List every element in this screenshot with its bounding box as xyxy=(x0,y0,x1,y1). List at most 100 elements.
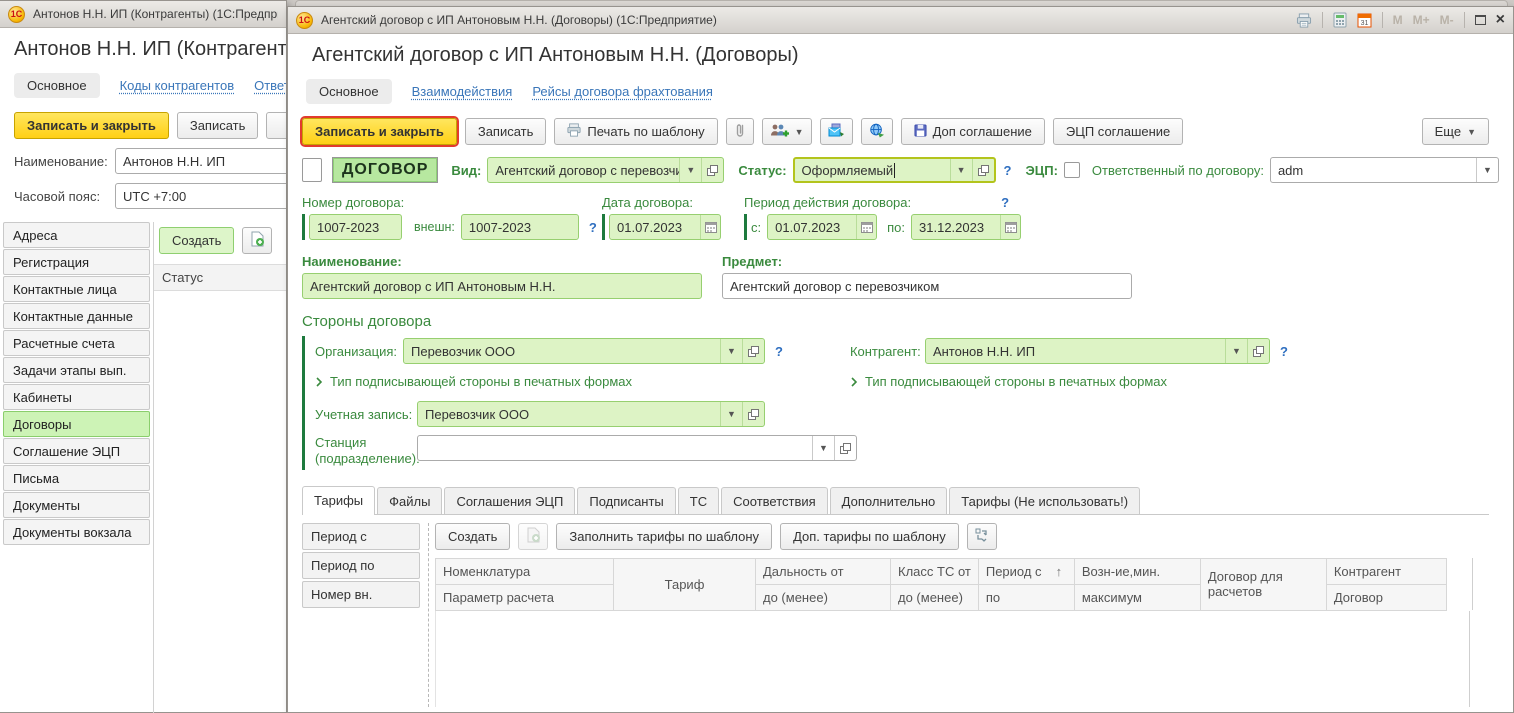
copy-tariff-button[interactable] xyxy=(518,523,548,550)
eds-checkbox[interactable] xyxy=(1064,162,1080,178)
calendar-picker-icon[interactable] xyxy=(1000,215,1020,239)
external-number-input[interactable] xyxy=(461,214,579,240)
memory-m-plus-button[interactable]: M+ xyxy=(1413,13,1430,27)
tab-files[interactable]: Файлы xyxy=(377,487,442,515)
organization-combobox[interactable]: Перевозчик ООО ▼ xyxy=(403,338,765,364)
tab-vehicles[interactable]: ТС xyxy=(678,487,719,515)
create-tariff-button[interactable]: Создать xyxy=(435,523,510,550)
save-button[interactable]: Записать xyxy=(465,118,547,145)
tab-main[interactable]: Основное xyxy=(306,79,392,104)
col-vehicle-class-from[interactable]: Класс ТС от xyxy=(891,558,979,584)
open-icon[interactable] xyxy=(834,436,856,460)
contract-titlebar[interactable]: 1С Агентский договор с ИП Антоновым Н.Н.… xyxy=(288,7,1513,34)
row-header-internal-number[interactable]: Номер вн. xyxy=(302,581,420,608)
save-and-close-button[interactable]: Записать и закрыть xyxy=(14,112,169,139)
dropdown-arrow-icon[interactable]: ▼ xyxy=(950,159,972,181)
menu-item-addresses[interactable]: Адреса xyxy=(3,222,150,248)
contract-checkbox[interactable] xyxy=(302,158,322,182)
col-settlement-contract[interactable]: Договор для расчетов xyxy=(1200,558,1326,610)
tab-signers[interactable]: Подписанты xyxy=(577,487,675,515)
col-reward-min[interactable]: Возн-ие,мин. xyxy=(1074,558,1200,584)
memory-m-minus-button[interactable]: M- xyxy=(1440,13,1454,27)
fill-tariffs-by-template-button[interactable]: Заполнить тарифы по шаблону xyxy=(556,523,772,550)
tab-charter-trips[interactable]: Рейсы договора фрахтования xyxy=(532,84,713,99)
contract-name-input[interactable] xyxy=(302,273,702,299)
more-button[interactable]: Еще ▼ xyxy=(1422,118,1489,145)
col-calc-parameter[interactable]: Параметр расчета xyxy=(436,584,614,610)
open-icon[interactable] xyxy=(972,159,994,181)
panel-splitter[interactable] xyxy=(428,523,429,707)
eds-agreement-button[interactable]: ЭЦП соглашение xyxy=(1053,118,1183,145)
clipped-button[interactable] xyxy=(266,112,286,139)
web-link-button[interactable] xyxy=(861,118,893,145)
tab-tariffs[interactable]: Тарифы xyxy=(302,486,375,515)
extra-tariffs-by-template-button[interactable]: Доп. тарифы по шаблону xyxy=(780,523,959,550)
name-input[interactable] xyxy=(115,148,286,174)
organization-help-link[interactable]: ? xyxy=(775,344,783,359)
menu-item-letters[interactable]: Письма xyxy=(3,465,150,491)
close-button[interactable]: × xyxy=(1496,12,1505,28)
reorder-button[interactable] xyxy=(967,523,997,550)
col-distance-to[interactable]: до (менее) xyxy=(756,584,891,610)
contract-list-empty[interactable] xyxy=(154,291,286,651)
open-icon[interactable] xyxy=(701,158,723,182)
contract-number-input[interactable] xyxy=(309,214,402,240)
row-header-period-from[interactable]: Период с xyxy=(302,523,420,550)
col-reward-max[interactable]: максимум xyxy=(1074,584,1200,610)
tab-correspondences[interactable]: Соответствия xyxy=(721,487,828,515)
save-button[interactable]: Записать xyxy=(177,112,259,139)
subject-input[interactable] xyxy=(722,273,1132,299)
dropdown-arrow-icon[interactable]: ▼ xyxy=(1225,339,1247,363)
menu-item-station-documents[interactable]: Документы вокзала xyxy=(3,519,150,545)
tab-tariffs-deprecated[interactable]: Тарифы (Не использовать!) xyxy=(949,487,1140,515)
create-contract-button[interactable]: Создать xyxy=(159,227,234,254)
number-help-link[interactable]: ? xyxy=(589,220,597,235)
dropdown-arrow-icon[interactable]: ▼ xyxy=(812,436,834,460)
counterparty-signer-type-expander[interactable]: Тип подписывающей стороны в печатных фор… xyxy=(850,374,1167,389)
status-combobox[interactable]: Оформляемый ▼ xyxy=(793,157,996,183)
menu-item-contact-persons[interactable]: Контактные лица xyxy=(3,276,150,302)
calculator-icon[interactable] xyxy=(1333,12,1347,28)
col-distance-from[interactable]: Дальность от xyxy=(756,558,891,584)
memory-m-button[interactable]: M xyxy=(1393,13,1403,27)
responsible-combobox[interactable]: adm ▼ xyxy=(1270,157,1499,183)
menu-item-tasks-stages[interactable]: Задачи этапы вып. xyxy=(3,357,150,383)
org-signer-type-expander[interactable]: Тип подписывающей стороны в печатных фор… xyxy=(315,374,850,389)
col-counterparty[interactable]: Контрагент xyxy=(1326,558,1446,584)
open-icon[interactable] xyxy=(742,339,764,363)
period-help-link[interactable]: ? xyxy=(1001,195,1009,210)
dropdown-arrow-icon[interactable]: ▼ xyxy=(720,402,742,426)
row-header-period-to[interactable]: Период по xyxy=(302,552,420,579)
counterparty-help-link[interactable]: ? xyxy=(1280,344,1288,359)
create-by-copy-button[interactable] xyxy=(242,227,272,254)
col-tariff[interactable]: Тариф xyxy=(614,558,756,610)
dropdown-arrow-icon[interactable]: ▼ xyxy=(679,158,701,182)
attachments-button[interactable] xyxy=(726,118,754,145)
kind-combobox[interactable]: Агентский договор с перевозчи ▼ xyxy=(487,157,724,183)
tab-main[interactable]: Основное xyxy=(14,73,100,98)
period-to-input[interactable]: 31.12.2023 xyxy=(911,214,1021,240)
contract-date-input[interactable]: 01.07.2023 xyxy=(609,214,721,240)
save-and-close-button[interactable]: Записать и закрыть xyxy=(302,118,457,145)
account-combobox[interactable]: Перевозчик ООО ▼ xyxy=(417,401,765,427)
menu-item-bank-accounts[interactable]: Расчетные счета xyxy=(3,330,150,356)
tab-interactions[interactable]: Взаимодействия xyxy=(412,84,513,99)
calendar-picker-icon[interactable] xyxy=(856,215,876,239)
menu-item-documents[interactable]: Документы xyxy=(3,492,150,518)
col-period-to[interactable]: по xyxy=(978,584,1074,610)
counterparty-combobox[interactable]: Антонов Н.Н. ИП ▼ xyxy=(925,338,1270,364)
station-combobox[interactable]: ▼ xyxy=(417,435,857,461)
tab-counterparty-codes[interactable]: Коды контрагентов xyxy=(120,78,235,93)
menu-item-eds-agreement[interactable]: Соглашение ЭЦП xyxy=(3,438,150,464)
tab-additional[interactable]: Дополнительно xyxy=(830,487,948,515)
calendar-picker-icon[interactable] xyxy=(700,215,720,239)
col-vehicle-class-to[interactable]: до (менее) xyxy=(891,584,979,610)
col-nomenclature[interactable]: Номенклатура xyxy=(436,558,614,584)
dropdown-arrow-icon[interactable]: ▼ xyxy=(1476,158,1498,182)
menu-item-cabinets[interactable]: Кабинеты xyxy=(3,384,150,410)
menu-item-contact-data[interactable]: Контактные данные xyxy=(3,303,150,329)
extra-agreement-button[interactable]: Доп соглашение xyxy=(901,118,1045,145)
menu-item-contracts[interactable]: Договоры xyxy=(3,411,150,437)
timezone-input[interactable] xyxy=(115,183,286,209)
col-contract[interactable]: Договор xyxy=(1326,584,1446,610)
